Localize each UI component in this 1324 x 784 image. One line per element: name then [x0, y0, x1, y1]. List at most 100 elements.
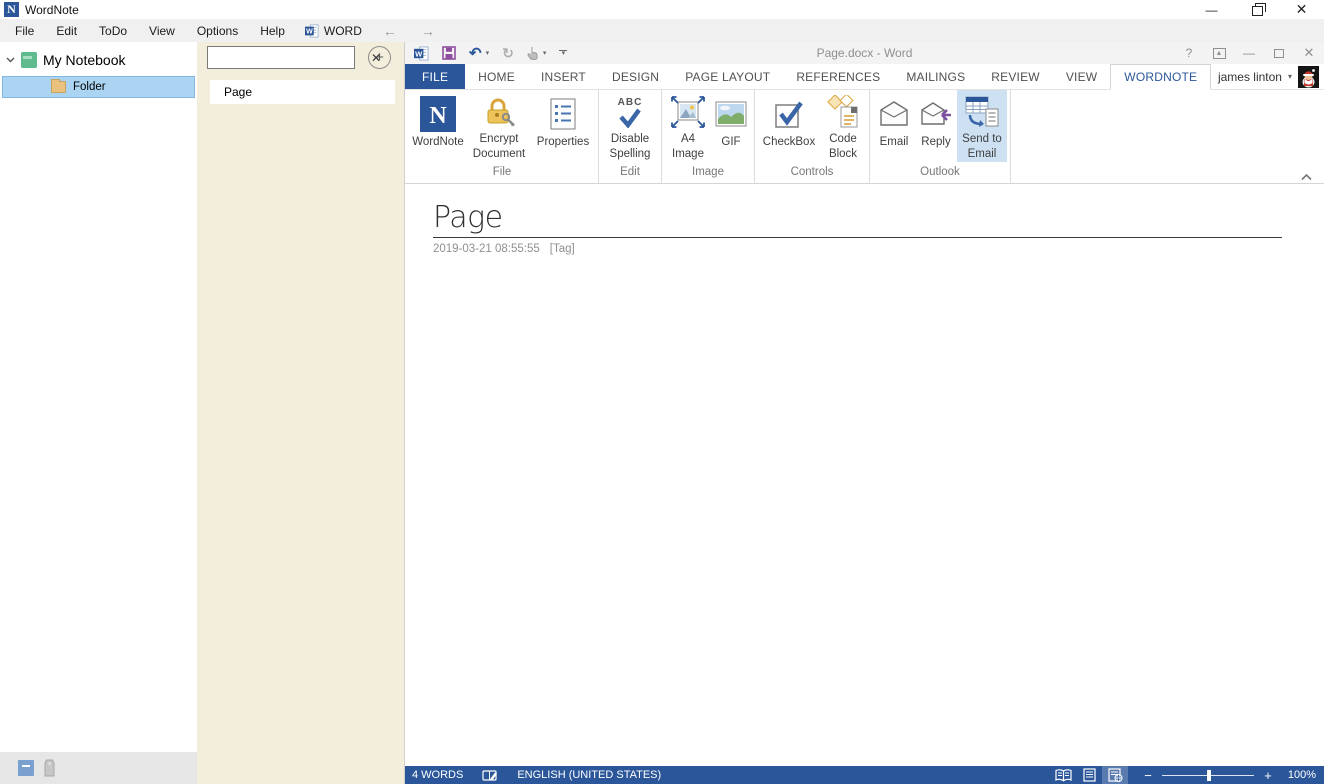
tab-view[interactable]: VIEW	[1053, 64, 1110, 89]
app-title: WordNote	[25, 3, 79, 17]
a4-image-icon	[670, 94, 706, 131]
notebook-root-item[interactable]: My Notebook	[0, 46, 197, 74]
disable-spelling-button[interactable]: ABC Disable Spelling	[602, 90, 658, 162]
restore-button[interactable]	[1234, 0, 1279, 19]
app-titlebar: N WordNote — ✕	[0, 0, 1324, 19]
ribbon: N WordNote	[405, 90, 1324, 184]
save-icon[interactable]	[442, 46, 456, 60]
minimize-button[interactable]: —	[1189, 0, 1234, 19]
notebook-label: My Notebook	[43, 52, 125, 68]
word-logo-icon: W	[305, 24, 319, 38]
read-mode-button[interactable]	[1050, 766, 1076, 784]
properties-button[interactable]: Properties	[531, 90, 595, 162]
email-envelope-icon	[877, 94, 911, 134]
back-arrow-button[interactable]: ←	[371, 23, 409, 39]
word-minimize-button[interactable]: —	[1234, 42, 1264, 64]
document-area[interactable]: Page 2019-03-21 08:55:55 [Tag]	[405, 184, 1324, 766]
language-status[interactable]: ENGLISH (UNITED STATES)	[517, 769, 661, 781]
word-help-button[interactable]: ?	[1174, 42, 1204, 64]
svg-text:N: N	[429, 103, 447, 129]
document-meta: 2019-03-21 08:55:55 [Tag]	[433, 243, 1324, 255]
page-list-item[interactable]: Page	[210, 80, 395, 104]
tag-icon[interactable]	[43, 759, 56, 778]
menu-word[interactable]: W WORD	[296, 19, 371, 42]
close-button[interactable]: ✕	[1279, 0, 1324, 19]
tab-design[interactable]: DESIGN	[599, 64, 672, 89]
tab-review[interactable]: REVIEW	[978, 64, 1053, 89]
a4-image-button[interactable]: A4 Image	[665, 90, 711, 162]
code-block-button[interactable]: Code Block	[820, 90, 866, 162]
tab-page-layout[interactable]: PAGE LAYOUT	[672, 64, 783, 89]
proofing-icon[interactable]	[482, 768, 498, 783]
print-layout-icon	[1083, 768, 1096, 782]
search-input[interactable]	[208, 47, 371, 68]
menubar: File Edit ToDo View Options Help W WORD …	[0, 19, 1324, 42]
folder-icon	[51, 81, 66, 93]
gif-button[interactable]: GIF	[711, 90, 751, 162]
ribbon-display-icon: ▲	[1213, 48, 1226, 59]
wordnote-button[interactable]: N WordNote	[409, 90, 467, 162]
word-titlebar: W ↶ ▾ ↻ ▾ ▾ Page.docx - Wor	[405, 42, 1324, 64]
gif-image-icon	[715, 94, 747, 134]
tab-file[interactable]: FILE	[405, 64, 465, 89]
tab-mailings[interactable]: MAILINGS	[893, 64, 978, 89]
zoom-in-button[interactable]: +	[1262, 768, 1274, 783]
chevron-down-icon	[6, 57, 15, 63]
customize-qat-icon[interactable]: ▾	[559, 50, 567, 56]
print-layout-button[interactable]	[1076, 766, 1102, 784]
add-page-button[interactable]: +	[368, 46, 391, 69]
tab-home[interactable]: HOME	[465, 64, 528, 89]
touch-mode-caret-icon[interactable]: ▾	[543, 49, 547, 57]
document-tag: [Tag]	[550, 243, 575, 255]
checkbox-button[interactable]: CheckBox	[758, 90, 820, 162]
tab-wordnote-active[interactable]: WORDNOTE	[1110, 64, 1211, 90]
maximize-icon	[1274, 49, 1284, 58]
menu-todo[interactable]: ToDo	[88, 19, 138, 42]
zoom-slider[interactable]	[1162, 770, 1254, 781]
document-timestamp: 2019-03-21 08:55:55	[433, 243, 540, 255]
word-close-button[interactable]: ✕	[1294, 42, 1324, 64]
send-to-email-button[interactable]: Send to Email	[957, 90, 1007, 162]
undo-caret-icon[interactable]: ▾	[486, 49, 490, 57]
properties-list-icon	[549, 94, 577, 134]
restore-icon	[1252, 6, 1261, 14]
send-to-email-icon	[964, 94, 1000, 131]
word-window-controls: ? ▲ — ✕	[1174, 42, 1324, 64]
mini-notebook-icon[interactable]	[18, 760, 34, 776]
menu-help[interactable]: Help	[249, 19, 296, 42]
folder-item-selected[interactable]: Folder	[2, 76, 195, 98]
menu-options[interactable]: Options	[186, 19, 249, 42]
svg-text:W: W	[415, 49, 423, 58]
tab-references[interactable]: REFERENCES	[783, 64, 893, 89]
reply-envelope-icon	[919, 94, 953, 134]
document-title[interactable]: Page	[433, 200, 1282, 238]
web-layout-button[interactable]	[1102, 766, 1128, 784]
page-list-panel: ✕ + Page	[197, 42, 404, 784]
zoom-out-button[interactable]: −	[1142, 768, 1154, 783]
ribbon-tab-row: FILE HOME INSERT DESIGN PAGE LAYOUT REFE…	[405, 64, 1324, 90]
ribbon-group-controls: CheckBox	[755, 90, 870, 183]
reply-button[interactable]: Reply	[915, 90, 957, 162]
menu-file[interactable]: File	[4, 19, 45, 42]
encrypt-document-button[interactable]: Encrypt Document	[467, 90, 531, 162]
ribbon-display-options-button[interactable]: ▲	[1204, 42, 1234, 64]
menu-view[interactable]: View	[138, 19, 186, 42]
user-account[interactable]: james linton ▾	[1218, 64, 1324, 89]
redo-icon[interactable]: ↻	[502, 45, 514, 62]
notebook-sidebar: My Notebook Folder	[0, 42, 197, 784]
undo-icon[interactable]: ↶	[469, 44, 482, 62]
word-maximize-button[interactable]	[1264, 42, 1294, 64]
ribbon-group-image: A4 Image GIF I	[662, 90, 755, 183]
chevron-up-icon	[1301, 174, 1312, 181]
zoom-level[interactable]: 100%	[1274, 769, 1316, 781]
forward-arrow-button[interactable]: →	[409, 23, 447, 39]
touch-mode-icon[interactable]	[527, 46, 539, 61]
group-label-image: Image	[665, 163, 751, 181]
ribbon-group-file: N WordNote	[406, 90, 599, 183]
wordnote-app-icon: N	[4, 2, 19, 17]
zoom-slider-thumb[interactable]	[1207, 770, 1211, 781]
word-count[interactable]: 4 WORDS	[412, 769, 463, 781]
email-button[interactable]: Email	[873, 90, 915, 162]
menu-edit[interactable]: Edit	[45, 19, 88, 42]
tab-insert[interactable]: INSERT	[528, 64, 599, 89]
